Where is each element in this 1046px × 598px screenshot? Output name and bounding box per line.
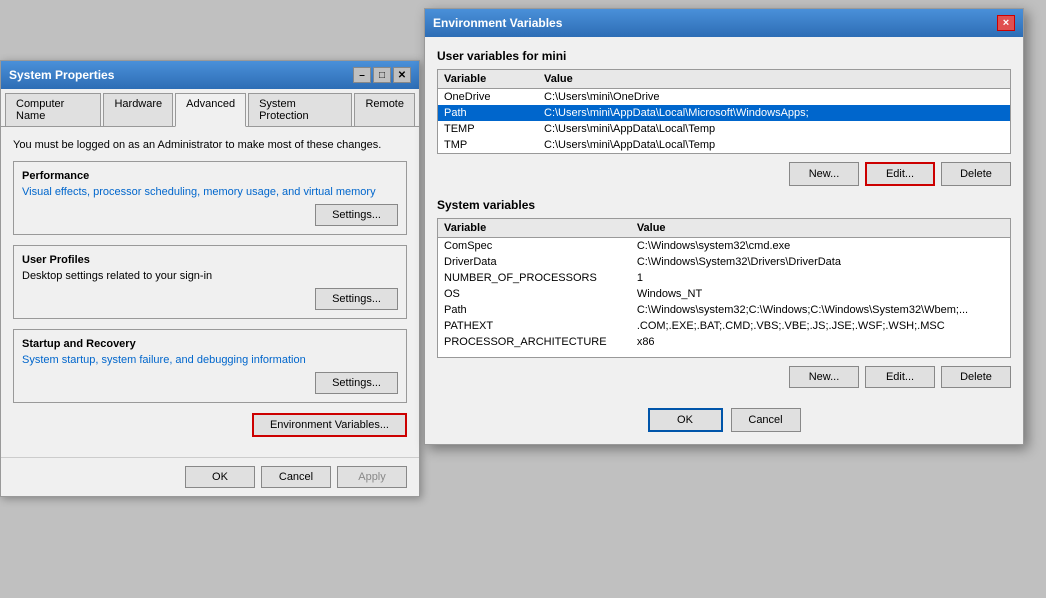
- cancel-button[interactable]: Cancel: [261, 466, 331, 488]
- user-var-value: C:\Users\mini\OneDrive: [538, 89, 1011, 106]
- startup-recovery-section: Startup and Recovery System startup, sys…: [13, 329, 407, 403]
- user-vars-label: User variables for mini: [437, 49, 1011, 63]
- user-new-button[interactable]: New...: [789, 162, 859, 186]
- sys-var-value: Windows_NT: [631, 286, 1010, 302]
- user-delete-button[interactable]: Delete: [941, 162, 1011, 186]
- startup-recovery-settings-button[interactable]: Settings...: [315, 372, 398, 394]
- user-var-row[interactable]: TEMPC:\Users\mini\AppData\Local\Temp: [438, 121, 1011, 137]
- sys-edit-button[interactable]: Edit...: [865, 366, 935, 388]
- sys-var-name: NUMBER_OF_PROCESSORS: [438, 270, 631, 286]
- environment-variables-window: Environment Variables × User variables f…: [424, 8, 1024, 445]
- user-profiles-section: User Profiles Desktop settings related t…: [13, 245, 407, 319]
- apply-button[interactable]: Apply: [337, 466, 407, 488]
- user-var-col-value: Value: [538, 70, 1011, 89]
- user-profiles-title: User Profiles: [22, 254, 398, 266]
- user-var-name: Path: [438, 105, 539, 121]
- sys-var-row[interactable]: NUMBER_OF_PROCESSORS1: [438, 270, 1010, 286]
- tab-remote[interactable]: Remote: [354, 93, 415, 126]
- sys-var-value: 1: [631, 270, 1010, 286]
- user-var-row[interactable]: PathC:\Users\mini\AppData\Local\Microsof…: [438, 105, 1011, 121]
- performance-desc: Visual effects, processor scheduling, me…: [22, 186, 398, 198]
- system-vars-table: Variable Value ComSpecC:\Windows\system3…: [438, 219, 1010, 350]
- warning-text: You must be logged on as an Administrato…: [13, 139, 407, 151]
- user-var-name: OneDrive: [438, 89, 539, 106]
- sys-var-row[interactable]: DriverDataC:\Windows\System32\Drivers\Dr…: [438, 254, 1010, 270]
- user-vars-table: Variable Value OneDriveC:\Users\mini\One…: [437, 69, 1011, 154]
- user-var-row[interactable]: TMPC:\Users\mini\AppData\Local\Temp: [438, 137, 1011, 154]
- tab-bar: Computer Name Hardware Advanced System P…: [1, 89, 419, 127]
- sys-var-row[interactable]: PROCESSOR_ARCHITECTUREx86: [438, 334, 1010, 350]
- system-vars-label: System variables: [437, 198, 1011, 212]
- sys-var-row[interactable]: PATHEXT.COM;.EXE;.BAT;.CMD;.VBS;.VBE;.JS…: [438, 318, 1010, 334]
- sys-delete-button[interactable]: Delete: [941, 366, 1011, 388]
- sys-var-value: .COM;.EXE;.BAT;.CMD;.VBS;.VBE;.JS;.JSE;.…: [631, 318, 1010, 334]
- sys-var-col-value: Value: [631, 219, 1010, 238]
- env-titlebar: Environment Variables ×: [425, 9, 1023, 37]
- sys-var-name: ComSpec: [438, 238, 631, 255]
- system-props-title: System Properties: [9, 68, 114, 82]
- sys-var-value: x86: [631, 334, 1010, 350]
- env-content: User variables for mini Variable Value O…: [425, 37, 1023, 444]
- system-props-bottom-buttons: OK Cancel Apply: [1, 457, 419, 496]
- sys-var-name: DriverData: [438, 254, 631, 270]
- system-vars-table-wrapper[interactable]: Variable Value ComSpecC:\Windows\system3…: [437, 218, 1011, 358]
- sys-var-value: C:\Windows\system32;C:\Windows;C:\Window…: [631, 302, 1010, 318]
- env-title: Environment Variables: [433, 16, 562, 30]
- tab-hardware[interactable]: Hardware: [103, 93, 173, 126]
- startup-recovery-title: Startup and Recovery: [22, 338, 398, 350]
- user-profiles-desc: Desktop settings related to your sign-in: [22, 270, 398, 282]
- user-vars-buttons: New... Edit... Delete: [437, 162, 1011, 186]
- user-var-value: C:\Users\mini\AppData\Local\Microsoft\Wi…: [538, 105, 1011, 121]
- sys-var-name: Path: [438, 302, 631, 318]
- maximize-button[interactable]: □: [373, 67, 391, 83]
- env-cancel-button[interactable]: Cancel: [731, 408, 801, 432]
- system-properties-window: System Properties – □ ✕ Computer Name Ha…: [0, 60, 420, 497]
- user-var-name: TEMP: [438, 121, 539, 137]
- titlebar-buttons: – □ ✕: [353, 67, 411, 83]
- user-var-col-variable: Variable: [438, 70, 539, 89]
- system-props-titlebar: System Properties – □ ✕: [1, 61, 419, 89]
- sys-var-row[interactable]: PathC:\Windows\system32;C:\Windows;C:\Wi…: [438, 302, 1010, 318]
- ok-button[interactable]: OK: [185, 466, 255, 488]
- env-ok-button[interactable]: OK: [648, 408, 723, 432]
- system-props-content: You must be logged on as an Administrato…: [1, 127, 419, 457]
- sys-var-name: OS: [438, 286, 631, 302]
- user-var-row[interactable]: OneDriveC:\Users\mini\OneDrive: [438, 89, 1011, 106]
- startup-recovery-desc: System startup, system failure, and debu…: [22, 354, 398, 366]
- performance-section: Performance Visual effects, processor sc…: [13, 161, 407, 235]
- user-profiles-settings-button[interactable]: Settings...: [315, 288, 398, 310]
- performance-settings-button[interactable]: Settings...: [315, 204, 398, 226]
- user-edit-button[interactable]: Edit...: [865, 162, 935, 186]
- sys-var-col-variable: Variable: [438, 219, 631, 238]
- minimize-button[interactable]: –: [353, 67, 371, 83]
- tab-computer-name[interactable]: Computer Name: [5, 93, 101, 126]
- environment-variables-button[interactable]: Environment Variables...: [252, 413, 407, 437]
- sys-var-value: C:\Windows\System32\Drivers\DriverData: [631, 254, 1010, 270]
- sys-var-value: C:\Windows\system32\cmd.exe: [631, 238, 1010, 255]
- env-close-button[interactable]: ×: [997, 15, 1015, 31]
- sys-var-name: PATHEXT: [438, 318, 631, 334]
- tab-advanced[interactable]: Advanced: [175, 93, 246, 127]
- sys-new-button[interactable]: New...: [789, 366, 859, 388]
- tab-system-protection[interactable]: System Protection: [248, 93, 352, 126]
- sys-var-name: PROCESSOR_ARCHITECTURE: [438, 334, 631, 350]
- sys-vars-buttons: New... Edit... Delete: [437, 366, 1011, 388]
- user-var-value: C:\Users\mini\AppData\Local\Temp: [538, 137, 1011, 154]
- sys-var-row[interactable]: ComSpecC:\Windows\system32\cmd.exe: [438, 238, 1010, 255]
- close-button[interactable]: ✕: [393, 67, 411, 83]
- user-var-name: TMP: [438, 137, 539, 154]
- sys-var-row[interactable]: OSWindows_NT: [438, 286, 1010, 302]
- performance-title: Performance: [22, 170, 398, 182]
- env-bottom-buttons: OK Cancel: [437, 400, 1011, 432]
- user-var-value: C:\Users\mini\AppData\Local\Temp: [538, 121, 1011, 137]
